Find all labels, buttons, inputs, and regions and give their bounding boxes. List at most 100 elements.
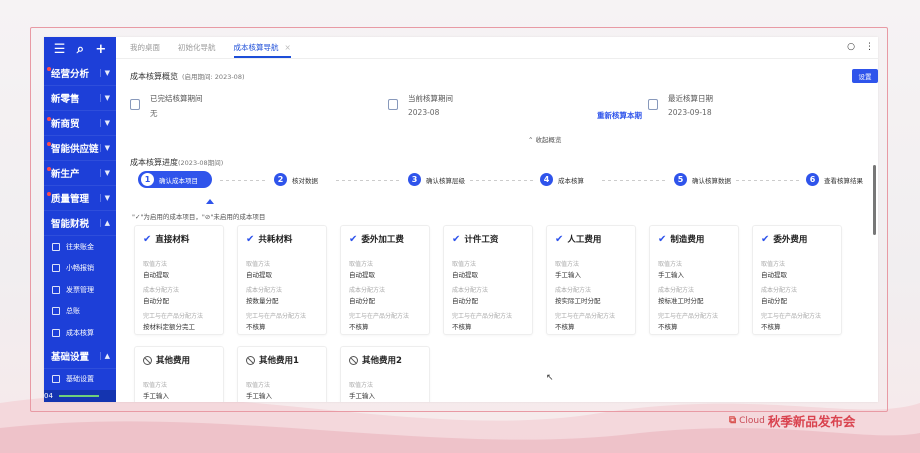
cost-item-card[interactable]: ✔ 计件工资 取值方法 自动提取 成本分配方法 自动分配 完工与在产品分配方法 不核算: [443, 225, 533, 335]
disabled-icon: [349, 355, 358, 365]
close-icon[interactable]: ×: [285, 43, 291, 52]
sidebar-subitem-3[interactable]: 总账: [44, 301, 116, 323]
sidebar-item-label: 质量管理: [51, 194, 90, 205]
sidebar-item-6[interactable]: 智能财税 ▲: [44, 211, 116, 236]
step-label: 查看核算结果: [824, 176, 863, 185]
sidebar-item-4[interactable]: 新生产 ▼: [44, 161, 116, 186]
step-connector: [220, 180, 268, 181]
overview-label: 当前核算期间: [408, 94, 453, 103]
tab-cost-nav[interactable]: 成本核算导航 ×: [233, 42, 291, 58]
document-icon: [130, 99, 140, 110]
cost-item-card[interactable]: 其他费用1 取值方法 手工输入: [237, 346, 327, 402]
field-value: 自动提取: [246, 271, 272, 279]
card-title: ✔ 直接材料: [143, 233, 215, 246]
notification-dot: [47, 167, 51, 171]
chevron-down-icon[interactable]: ▼: [99, 144, 110, 152]
cost-item-card[interactable]: 其他费用 取值方法 手工输入: [134, 346, 224, 402]
sidebar-item-2[interactable]: 新商贸 ▼: [44, 111, 116, 136]
field-label: 取值方法: [349, 382, 374, 389]
footer-counter: 04: [44, 392, 53, 400]
sidebar-footer: 04: [44, 390, 116, 402]
chevron-down-icon[interactable]: ▼: [99, 119, 110, 127]
step-6[interactable]: 6 查看核算结果: [806, 173, 863, 186]
plus-icon[interactable]: +: [95, 42, 106, 57]
disabled-icon: [143, 355, 152, 365]
field-label: 取值方法: [143, 382, 168, 389]
search-icon[interactable]: ⌕: [77, 42, 84, 57]
field-value: 自动分配: [349, 297, 375, 305]
sidebar-subitem-basic-settings[interactable]: 基础设置: [44, 369, 116, 391]
field-label: 取值方法: [349, 261, 374, 268]
progress-steps: 1 确认成本项目 2 核对数据 3 确认核算层级 4 成本核算 5 确认核算数据 6 查看核算结果: [138, 171, 878, 191]
menu-icon[interactable]: ☰: [54, 42, 66, 57]
check-icon: ✔: [349, 233, 358, 245]
field-value: 自动分配: [761, 297, 787, 305]
step-5[interactable]: 5 确认核算数据: [674, 173, 731, 186]
chevron-up-icon[interactable]: ▲: [99, 219, 110, 227]
card-title: ✔ 共耗材料: [246, 233, 318, 246]
card-title-text: 人工费用: [567, 235, 602, 245]
tab-desktop[interactable]: 我的桌面: [130, 42, 160, 53]
sidebar-subitem-0[interactable]: 往来账金: [44, 236, 116, 258]
field-label: 完工与在产品分配方法: [143, 313, 204, 320]
chevron-down-icon[interactable]: ▼: [99, 69, 110, 77]
sidebar-subitem-label: 小畅报销: [66, 264, 94, 273]
tab-bar: 我的桌面 初始化导航 成本核算导航 × ○ ⋮: [116, 37, 878, 59]
vertical-scrollbar[interactable]: [873, 165, 876, 235]
step-label: 确认核算层级: [426, 176, 465, 185]
card-title: 其他费用1: [246, 354, 318, 366]
cost-item-card[interactable]: ✔ 共耗材料 取值方法 自动提取 成本分配方法 按数量分配 完工与在产品分配方法 不核算: [237, 225, 327, 335]
step-number: 6: [806, 173, 819, 186]
chevron-down-icon[interactable]: ▼: [99, 169, 110, 177]
chevron-up-icon[interactable]: ▲: [99, 351, 110, 360]
field-value: 按实际工时分配: [555, 297, 601, 305]
card-title: ✔ 制造费用: [658, 233, 730, 246]
step-connector: [470, 180, 534, 181]
field-label: 成本分配方法: [246, 287, 283, 294]
collapse-overview-button[interactable]: ⌃ 收起概览: [528, 134, 562, 144]
field-label: 完工与在产品分配方法: [658, 313, 719, 320]
menu-item-icon: [52, 307, 60, 316]
cost-item-card[interactable]: ✔ 人工费用 取值方法 手工输入 成本分配方法 按实际工时分配 完工与在产品分配方法 不核算: [546, 225, 636, 335]
cost-item-card[interactable]: ✔ 委外费用 取值方法 自动提取 成本分配方法 自动分配 完工与在产品分配方法 不核算: [752, 225, 842, 335]
tab-init-nav[interactable]: 初始化导航: [178, 42, 216, 53]
step-1[interactable]: 1 确认成本项目: [138, 171, 212, 188]
chevron-down-icon[interactable]: ▼: [99, 194, 110, 202]
sidebar-subitem-1[interactable]: 小畅报销: [44, 258, 116, 280]
field-label: 完工与在产品分配方法: [555, 313, 616, 320]
sidebar-item-basic-settings[interactable]: 基础设置 ▲: [44, 344, 116, 369]
cost-item-card[interactable]: ✔ 委外加工费 取值方法 自动提取 成本分配方法 自动分配 完工与在产品分配方法 不核算: [340, 225, 430, 335]
mouse-cursor-icon: ↖: [546, 373, 554, 383]
step-2[interactable]: 2 核对数据: [274, 173, 318, 186]
progress-title: 成本核算进度(2023-08期间): [130, 157, 223, 168]
settings-button[interactable]: 设置: [852, 69, 878, 83]
calendar-icon: [648, 99, 658, 110]
sidebar-item-3[interactable]: 智能供应链 ▼: [44, 136, 116, 161]
field-label: 取值方法: [143, 261, 168, 268]
chevron-down-icon[interactable]: ▼: [99, 94, 110, 102]
field-value: 不核算: [452, 323, 472, 331]
overview-period: (启用期间: 2023-08): [182, 73, 245, 81]
sidebar-subitem-2[interactable]: 发票管理: [44, 279, 116, 301]
sidebar-item-0[interactable]: 经营分析 ▼: [44, 61, 116, 86]
more-icon[interactable]: ⋮: [865, 42, 874, 52]
search-icon[interactable]: ○: [847, 42, 855, 52]
sidebar-item-5[interactable]: 质量管理 ▼: [44, 186, 116, 211]
tab-tools: ○ ⋮: [847, 42, 874, 52]
tab-label: 成本核算导航: [233, 43, 279, 52]
cost-item-card[interactable]: ✔ 直接材料 取值方法 自动提取 成本分配方法 自动分配 完工与在产品分配方法 按材料定额分完…: [134, 225, 224, 335]
menu-item-icon: [52, 242, 60, 251]
progress-title-text: 成本核算进度: [130, 158, 178, 167]
field-value: 手工输入: [349, 392, 375, 400]
step-3[interactable]: 3 确认核算层级: [408, 173, 465, 186]
field-label: 完工与在产品分配方法: [246, 313, 307, 320]
field-label: 完工与在产品分配方法: [349, 313, 410, 320]
overview-value: 无: [150, 109, 158, 118]
sidebar-subitem-4[interactable]: 成本核算: [44, 322, 116, 344]
recalc-link[interactable]: 重新核算本期: [597, 110, 642, 121]
sidebar-item-1[interactable]: 新零售 ▼: [44, 86, 116, 111]
cost-item-card[interactable]: ✔ 制造费用 取值方法 手工输入 成本分配方法 按标准工时分配 完工与在产品分配方法 不核算: [649, 225, 739, 335]
cost-item-card[interactable]: 其他费用2 取值方法 手工输入: [340, 346, 430, 402]
step-4[interactable]: 4 成本核算: [540, 173, 584, 186]
step-label: 确认核算数据: [692, 176, 731, 185]
